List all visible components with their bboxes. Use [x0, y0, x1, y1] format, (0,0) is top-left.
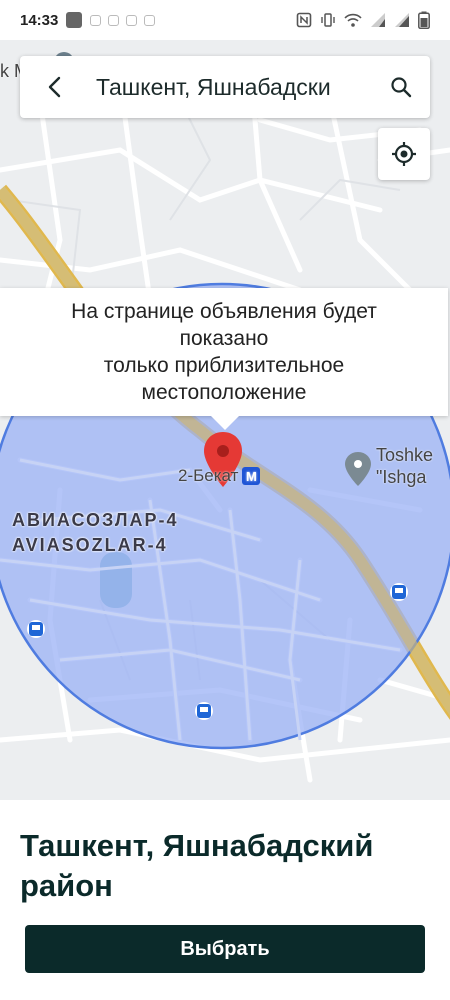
- select-button[interactable]: Выбрать: [25, 925, 425, 973]
- tooltip-text-line: На странице объявления будет: [71, 300, 377, 323]
- battery-icon: [418, 11, 430, 29]
- faint-icon: [144, 14, 156, 26]
- search-input[interactable]: Ташкент, Яшнабадски: [96, 74, 388, 101]
- tooltip-text-line: только приблизительное: [103, 354, 345, 377]
- status-left: 14:33: [20, 11, 156, 29]
- status-time: 14:33: [20, 11, 59, 29]
- status-right: [296, 11, 430, 29]
- district-label-line: AVIASOZLAR-4: [12, 535, 168, 555]
- tooltip-text-line: местоположение: [141, 381, 307, 404]
- search-button[interactable]: [388, 74, 414, 100]
- search-bar: Ташкент, Яшнабадски: [20, 56, 430, 118]
- district-label: АВИАСОЗЛАР-4 AVIASOZLAR-4: [12, 510, 179, 556]
- tooltip-arrow: [211, 416, 239, 430]
- location-title: Ташкент, Яшнабадский район: [20, 828, 374, 903]
- metro-station-label[interactable]: 2-Бекат M: [178, 466, 261, 486]
- poi-label[interactable]: Toshke "Ishga: [376, 444, 433, 488]
- vibrate-icon: [321, 13, 335, 27]
- metro-station-name: 2-Бекат: [178, 466, 239, 485]
- signal-icon: [371, 13, 385, 27]
- search-icon: [391, 77, 412, 98]
- back-button[interactable]: [42, 75, 66, 99]
- bus-stop-icon[interactable]: [27, 620, 45, 638]
- faint-icon: [90, 14, 102, 26]
- metro-icon: M: [242, 467, 261, 485]
- wifi-icon: [344, 13, 362, 27]
- approximate-location-tooltip: На странице объявления будет показано то…: [0, 288, 448, 416]
- notification-icon: [66, 12, 83, 28]
- status-bar: 14:33: [0, 0, 450, 40]
- nfc-icon: [296, 12, 312, 28]
- signal-icon: [395, 13, 409, 27]
- poi-label-line: Toshke: [376, 445, 434, 465]
- my-location-button[interactable]: [378, 128, 430, 180]
- faint-icon: [126, 14, 138, 26]
- district-label-line: АВИАСОЗЛАР-4: [12, 510, 179, 530]
- bus-stop-icon[interactable]: [195, 702, 213, 720]
- crosshair-icon: [392, 142, 416, 166]
- bus-stop-icon[interactable]: [390, 583, 408, 601]
- arrow-left-icon: [48, 76, 61, 98]
- tooltip-text-line: показано: [179, 327, 269, 350]
- faint-icon: [108, 14, 120, 26]
- poi-label-line: "Ishga: [376, 467, 427, 487]
- faint-notification-icons: [90, 14, 156, 26]
